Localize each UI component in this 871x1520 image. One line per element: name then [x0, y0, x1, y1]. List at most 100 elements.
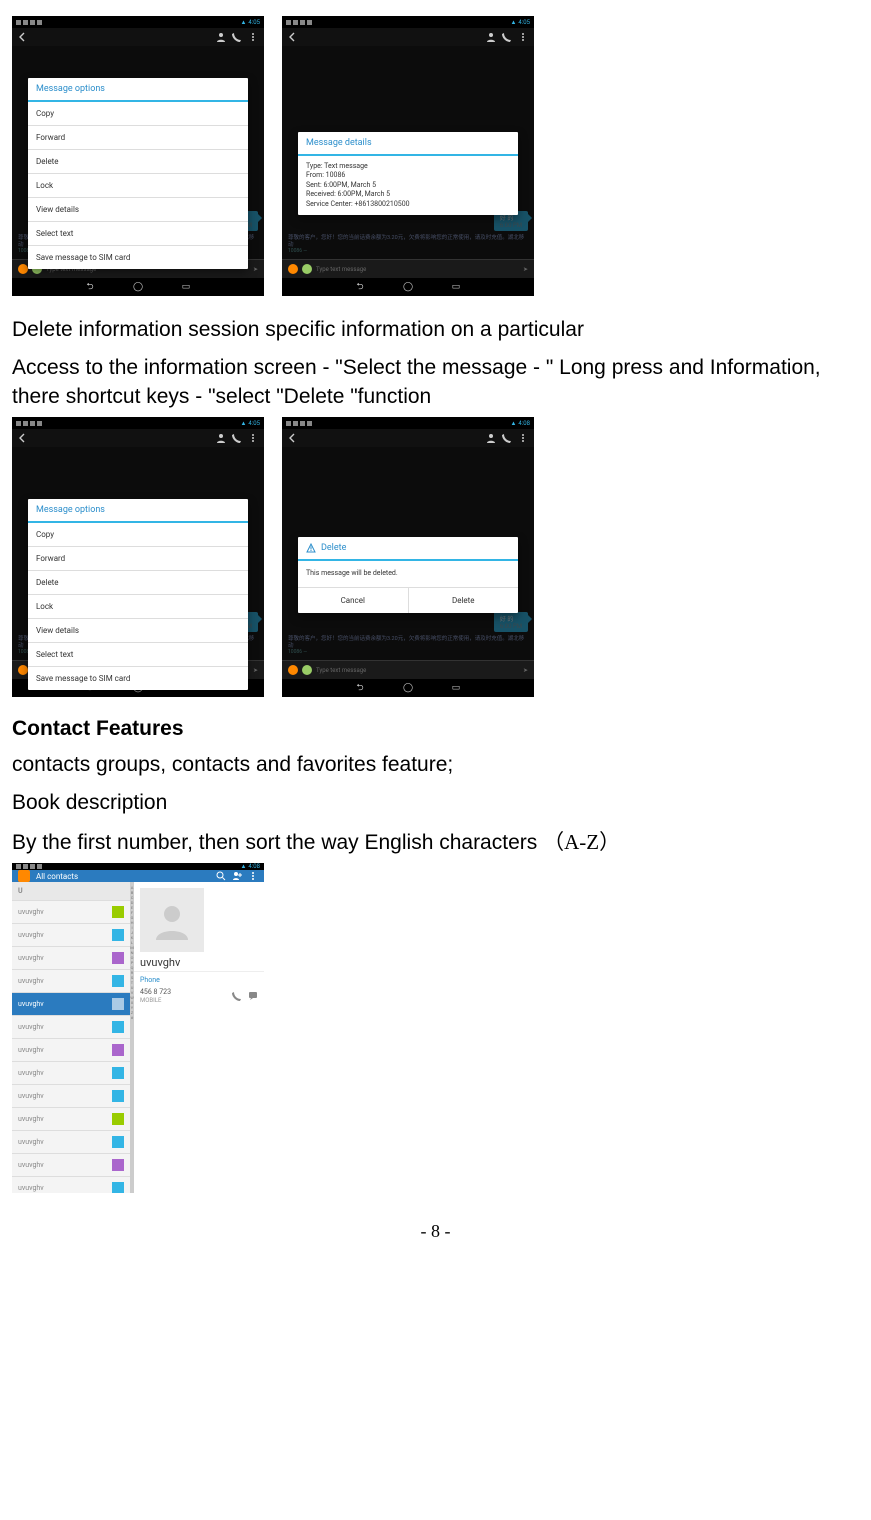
contact-thumb	[112, 1159, 124, 1171]
compose-input[interactable]: Type text message	[316, 266, 519, 273]
back-icon[interactable]	[288, 32, 298, 42]
contact-row[interactable]: uvuvghv	[12, 1085, 130, 1108]
back-icon[interactable]	[18, 433, 28, 443]
option-save-sim[interactable]: Save message to SIM card	[28, 246, 248, 269]
nav-home[interactable]: ◯	[401, 282, 415, 292]
doc-text-fragment: By the first number, then sort the way E…	[12, 831, 543, 854]
overflow-icon[interactable]	[248, 433, 258, 443]
status-time: 4:08	[248, 863, 260, 870]
nav-home[interactable]: ◯	[401, 683, 415, 693]
contact-thumb	[112, 929, 124, 941]
attach-button[interactable]	[302, 264, 312, 274]
back-icon[interactable]	[288, 433, 298, 443]
contact-row[interactable]: uvuvghv	[12, 1062, 130, 1085]
nav-recent[interactable]: ▭	[449, 282, 463, 292]
doc-text-fragment-cjk: （A-Z）	[543, 830, 620, 854]
contact-row[interactable]: uvuvghv	[12, 993, 130, 1016]
send-button[interactable]: ➤	[253, 266, 258, 273]
overflow-icon[interactable]	[518, 32, 528, 42]
people-icon[interactable]	[486, 32, 496, 42]
search-icon[interactable]	[216, 871, 226, 881]
contact-thumb	[112, 998, 124, 1010]
phone-icon[interactable]	[502, 32, 512, 42]
contact-row[interactable]: uvuvghv	[12, 901, 130, 924]
overflow-icon[interactable]	[518, 433, 528, 443]
option-view-details[interactable]: View details	[28, 198, 248, 222]
contact-photo-placeholder[interactable]	[140, 888, 204, 952]
emoji-button[interactable]	[18, 665, 28, 675]
screenshot-row-3: ▲4:08 All contacts Uuvuvghvuvuvghvuvuvgh…	[12, 863, 859, 1193]
back-icon[interactable]	[18, 32, 28, 42]
nav-bar: ⮌ ◯ ▭	[282, 278, 534, 296]
contact-row-name: uvuvghv	[18, 977, 44, 985]
attach-button[interactable]	[302, 665, 312, 675]
people-icon[interactable]	[216, 32, 226, 42]
phone-icon[interactable]	[232, 32, 242, 42]
option-lock[interactable]: Lock	[28, 595, 248, 619]
option-save-sim[interactable]: Save message to SIM card	[28, 667, 248, 690]
option-delete[interactable]: Delete	[28, 571, 248, 595]
conversation-body: 好 的6:00 PM 尊敬的客户，您好！您的当前话费余额为3.20元，欠费将影响…	[282, 447, 534, 660]
emoji-button[interactable]	[288, 264, 298, 274]
option-copy[interactable]: Copy	[28, 102, 248, 126]
compose-input[interactable]: Type text message	[316, 667, 519, 674]
nav-home[interactable]: ◯	[131, 282, 145, 292]
action-bar	[12, 429, 264, 447]
nav-back[interactable]: ⮌	[353, 282, 367, 292]
screenshot-contacts: ▲4:08 All contacts Uuvuvghvuvuvghvuvuvgh…	[12, 863, 264, 1193]
add-contact-icon[interactable]	[232, 871, 242, 881]
send-button[interactable]: ➤	[523, 266, 528, 273]
contact-row[interactable]: uvuvghv	[12, 1177, 130, 1193]
nav-recent[interactable]: ▭	[449, 683, 463, 693]
delete-button[interactable]: Delete	[409, 588, 519, 613]
contact-thumb	[112, 1182, 124, 1193]
emoji-button[interactable]	[18, 264, 28, 274]
doc-paragraph: Access to the information screen - "Sele…	[12, 354, 859, 411]
contact-row[interactable]: uvuvghv	[12, 947, 130, 970]
phone-icon[interactable]	[232, 433, 242, 443]
conversation-body: 好 的6:00 PM 尊敬的客户，您好！您的当前话费余额为3.20元，欠费将影响…	[12, 46, 264, 259]
conversation-body: 好 的6:00 PM 尊敬的客户，您好！您的当前话费余额为3.20元，欠费将影响…	[282, 46, 534, 259]
me-avatar-icon[interactable]	[18, 870, 30, 882]
option-forward[interactable]: Forward	[28, 547, 248, 571]
chat-icon[interactable]	[248, 991, 258, 1001]
phone-row[interactable]: 456 8 723 MOBILE	[134, 984, 264, 1008]
emoji-button[interactable]	[288, 665, 298, 675]
contact-row[interactable]: uvuvghv	[12, 1154, 130, 1177]
contact-row[interactable]: uvuvghv	[12, 1108, 130, 1131]
nav-back[interactable]: ⮌	[353, 683, 367, 693]
option-delete[interactable]: Delete	[28, 150, 248, 174]
contact-thumb	[112, 906, 124, 918]
overflow-icon[interactable]	[248, 871, 258, 881]
contact-row[interactable]: uvuvghv	[12, 1039, 130, 1062]
contact-row[interactable]: uvuvghv	[12, 924, 130, 947]
send-button[interactable]: ➤	[253, 667, 258, 674]
contact-row[interactable]: uvuvghv	[12, 970, 130, 993]
send-button[interactable]: ➤	[523, 667, 528, 674]
phone-icon[interactable]	[502, 433, 512, 443]
status-right: ▲4:08	[240, 863, 260, 870]
option-select-text[interactable]: Select text	[28, 643, 248, 667]
status-left	[16, 421, 42, 426]
status-time: 4:08	[518, 420, 530, 427]
contact-row[interactable]: uvuvghv	[12, 1131, 130, 1154]
contacts-list[interactable]: Uuvuvghvuvuvghvuvuvghvuvuvghvuvuvghvuvuv…	[12, 882, 130, 1193]
people-icon[interactable]	[216, 433, 226, 443]
option-copy[interactable]: Copy	[28, 523, 248, 547]
doc-paragraph: Delete information session specific info…	[12, 316, 859, 344]
option-forward[interactable]: Forward	[28, 126, 248, 150]
contact-name: uvuvghv	[134, 956, 264, 971]
cancel-button[interactable]: Cancel	[298, 588, 409, 613]
option-lock[interactable]: Lock	[28, 174, 248, 198]
overflow-icon[interactable]	[248, 32, 258, 42]
nav-recent[interactable]: ▭	[179, 282, 193, 292]
phone-icon[interactable]	[232, 991, 242, 1001]
nav-back[interactable]: ⮌	[83, 282, 97, 292]
option-select-text[interactable]: Select text	[28, 222, 248, 246]
action-bar	[282, 28, 534, 46]
warning-icon	[306, 543, 316, 553]
contact-row[interactable]: uvuvghv	[12, 1016, 130, 1039]
option-view-details[interactable]: View details	[28, 619, 248, 643]
people-icon[interactable]	[486, 433, 496, 443]
actionbar-title[interactable]: All contacts	[36, 872, 78, 881]
